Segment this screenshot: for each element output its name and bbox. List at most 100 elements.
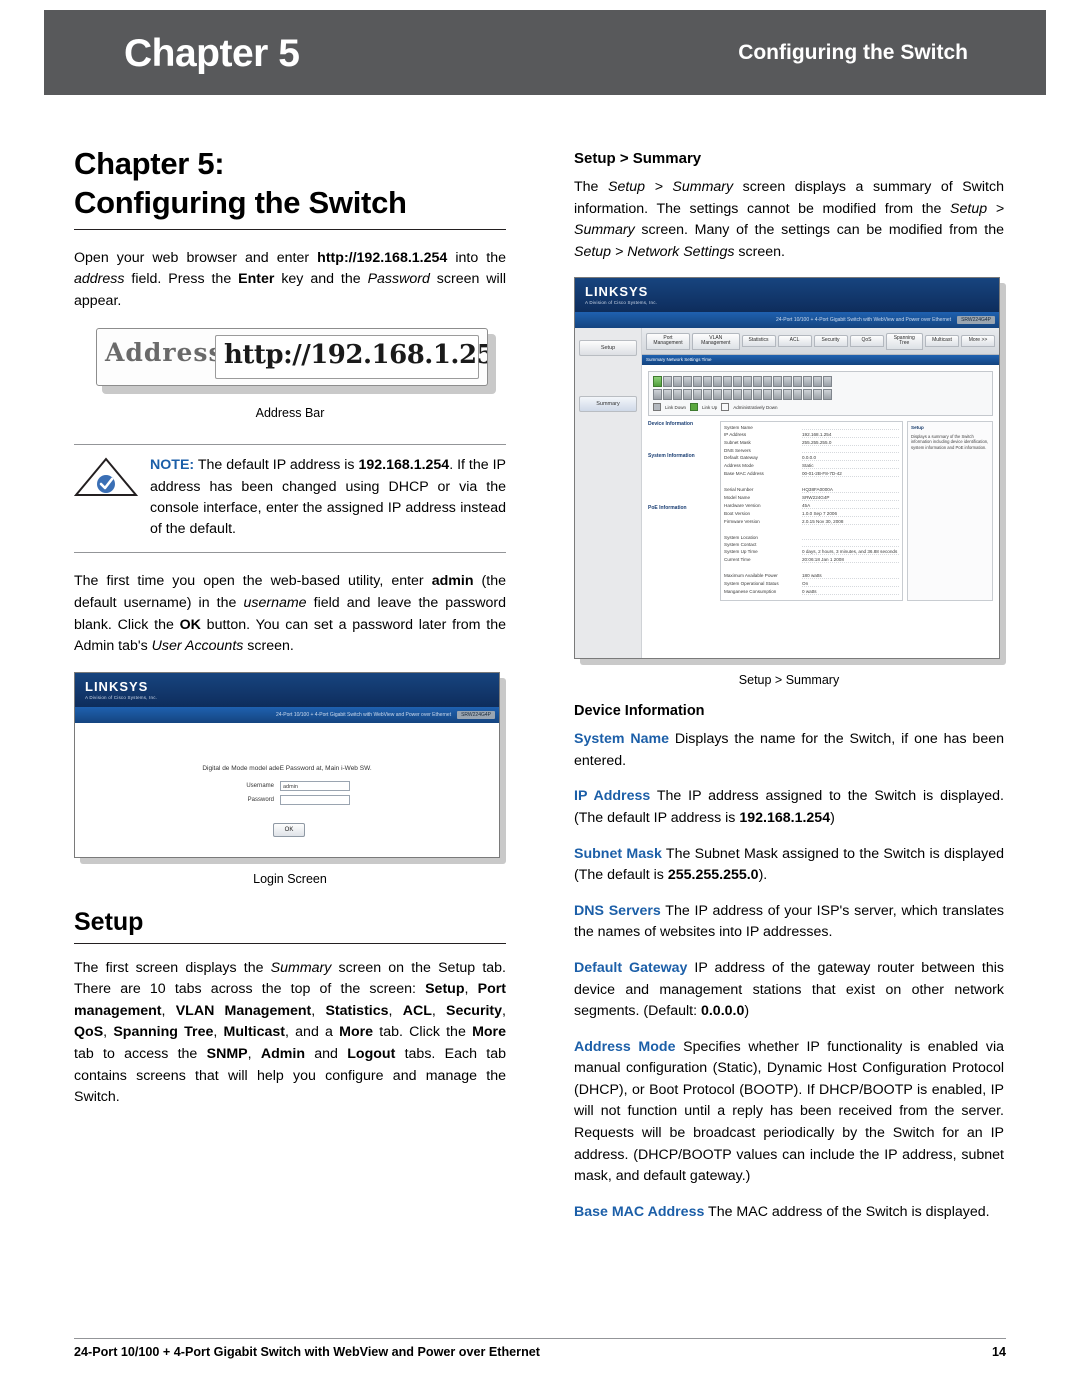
- p2-e: screen.: [243, 638, 294, 655]
- summary-tab-security[interactable]: Security: [813, 335, 848, 348]
- info-value: 180 watts: [802, 573, 899, 580]
- intro-text-c: field. Press the: [124, 271, 239, 288]
- summary-tab-spanning-tree[interactable]: Spanning Tree: [885, 332, 923, 351]
- port-indicator[interactable]: [793, 376, 802, 388]
- info-row: System Contact: [724, 542, 899, 548]
- item-subnet-mask: Subnet Mask The Subnet Mask assigned to …: [574, 844, 1004, 887]
- info-key: Current Time: [724, 557, 751, 563]
- summary-nav-summary[interactable]: Summary: [579, 396, 637, 413]
- port-indicator[interactable]: [713, 389, 722, 401]
- term-base-mac-address: Base MAC Address: [574, 1203, 705, 1220]
- page-title-line2: Configuring the Switch: [74, 184, 407, 220]
- summary-tab-multicast[interactable]: Multicast: [925, 335, 959, 348]
- summary-screen-screenshot: LINKSYS A Division of Cisco Systems, Inc.…: [574, 277, 1000, 660]
- item-ip-address: IP Address The IP address assigned to th…: [574, 786, 1004, 829]
- info-key: Manganese Consumption: [724, 589, 777, 595]
- header-chapter-number: 5: [278, 32, 300, 75]
- port-indicator[interactable]: [823, 389, 832, 401]
- port-indicator[interactable]: [713, 376, 722, 388]
- linksys-logo: LINKSYS A Division of Cisco Systems, Inc.: [585, 284, 657, 305]
- text-default-gateway-b: ): [744, 1003, 750, 1020]
- note-text: NOTE: The default IP address is 192.168.…: [150, 455, 506, 540]
- port-indicator[interactable]: [753, 376, 762, 388]
- port-indicator[interactable]: [823, 376, 832, 388]
- login-screen-body: Digital de Mode model adeE Password at, …: [75, 722, 499, 857]
- info-key: IP Address: [724, 432, 747, 438]
- p2-username: username: [243, 595, 307, 611]
- summary-tab-vlan-management[interactable]: VLAN Management: [692, 332, 740, 351]
- footer-product-name: 24-Port 10/100 + 4-Port Gigabit Switch w…: [74, 1345, 540, 1359]
- login-password-input[interactable]: [280, 794, 350, 805]
- port-indicator[interactable]: [803, 376, 812, 388]
- summary-tab-qos[interactable]: QoS: [849, 335, 884, 348]
- info-value: [802, 448, 899, 454]
- port-indicator[interactable]: [743, 376, 752, 388]
- info-value: HQ38FA0000A: [802, 487, 899, 494]
- port-indicator[interactable]: [733, 389, 742, 401]
- address-bar-input[interactable]: http://192.168.1.254: [215, 335, 487, 380]
- setup-tab-more: More: [339, 1024, 374, 1041]
- summary-ports-row-top: [653, 376, 988, 388]
- intro-url: http://192.168.1.254: [317, 249, 448, 266]
- port-indicator[interactable]: [803, 389, 812, 401]
- setup-tab-statistics: Statistics: [325, 1002, 389, 1019]
- info-key: System Contact: [724, 542, 757, 548]
- setup-summary-italic: Summary: [270, 959, 332, 976]
- port-indicator[interactable]: [783, 376, 792, 388]
- port-indicator[interactable]: [653, 376, 662, 388]
- port-indicator[interactable]: [733, 376, 742, 388]
- summary-label-system-information: System Information: [648, 453, 695, 460]
- info-key: System Operational Status: [724, 581, 779, 587]
- login-model-badge: SRW224G4P: [457, 710, 495, 719]
- text-ip-address-b: ): [830, 810, 835, 827]
- port-indicator[interactable]: [743, 389, 752, 401]
- login-ok-button[interactable]: OK: [273, 822, 305, 837]
- intro-enter-bold: Enter: [238, 271, 275, 288]
- port-indicator[interactable]: [773, 389, 782, 401]
- summary-tab-more[interactable]: More >>: [961, 335, 995, 348]
- port-indicator[interactable]: [703, 389, 712, 401]
- port-indicator[interactable]: [673, 389, 682, 401]
- p2-ok: OK: [179, 616, 201, 633]
- port-indicator[interactable]: [753, 389, 762, 401]
- port-indicator[interactable]: [653, 389, 662, 401]
- info-value: 0.0.0.0: [802, 455, 899, 462]
- login-username-input[interactable]: admin: [280, 780, 350, 791]
- note-box: NOTE: The default IP address is 192.168.…: [73, 444, 506, 554]
- port-indicator[interactable]: [773, 376, 782, 388]
- port-indicator[interactable]: [663, 376, 672, 388]
- info-key: Firmware Version: [724, 519, 760, 525]
- summary-tab-acl[interactable]: ACL: [777, 335, 812, 348]
- port-indicator[interactable]: [673, 376, 682, 388]
- login-screen-screenshot: LINKSYS A Division of Cisco Systems, Inc.…: [74, 671, 500, 858]
- port-indicator[interactable]: [783, 389, 792, 401]
- login-instructions-paragraph: The first time you open the web-based ut…: [74, 571, 506, 657]
- port-indicator[interactable]: [693, 376, 702, 388]
- setup-summary-paragraph: The Setup > Summary screen displays a su…: [574, 177, 1004, 263]
- setup-tab-security: Security: [446, 1002, 503, 1019]
- page-title-line1: Chapter 5:: [74, 146, 225, 181]
- summary-tab-port-management[interactable]: Port Management: [646, 332, 690, 351]
- summary-nav-setup[interactable]: Setup: [579, 340, 637, 357]
- setup-tab-acl: ACL: [402, 1002, 432, 1019]
- port-indicator[interactable]: [763, 376, 772, 388]
- summary-screen-strip: 24-Port 10/100 + 4-Port Gigabit Switch w…: [575, 312, 999, 329]
- port-indicator[interactable]: [683, 389, 692, 401]
- setup-tab-qos: QoS: [74, 1024, 104, 1041]
- setup-tab-multicast: Multicast: [223, 1024, 286, 1041]
- port-indicator[interactable]: [693, 389, 702, 401]
- port-indicator[interactable]: [663, 389, 672, 401]
- port-indicator[interactable]: [813, 376, 822, 388]
- port-indicator[interactable]: [813, 389, 822, 401]
- port-indicator[interactable]: [683, 376, 692, 388]
- summary-tab-statistics[interactable]: Statistics: [741, 335, 776, 348]
- summary-help-text: Displays a summary of the Switch informa…: [911, 433, 989, 450]
- port-indicator[interactable]: [763, 389, 772, 401]
- port-indicator[interactable]: [703, 376, 712, 388]
- port-indicator[interactable]: [723, 389, 732, 401]
- term-subnet-mask: Subnet Mask: [574, 845, 662, 862]
- port-indicator[interactable]: [723, 376, 732, 388]
- port-indicator[interactable]: [793, 389, 802, 401]
- summary-help-title: Setup: [911, 425, 924, 431]
- setup-c5: ,: [431, 1002, 447, 1019]
